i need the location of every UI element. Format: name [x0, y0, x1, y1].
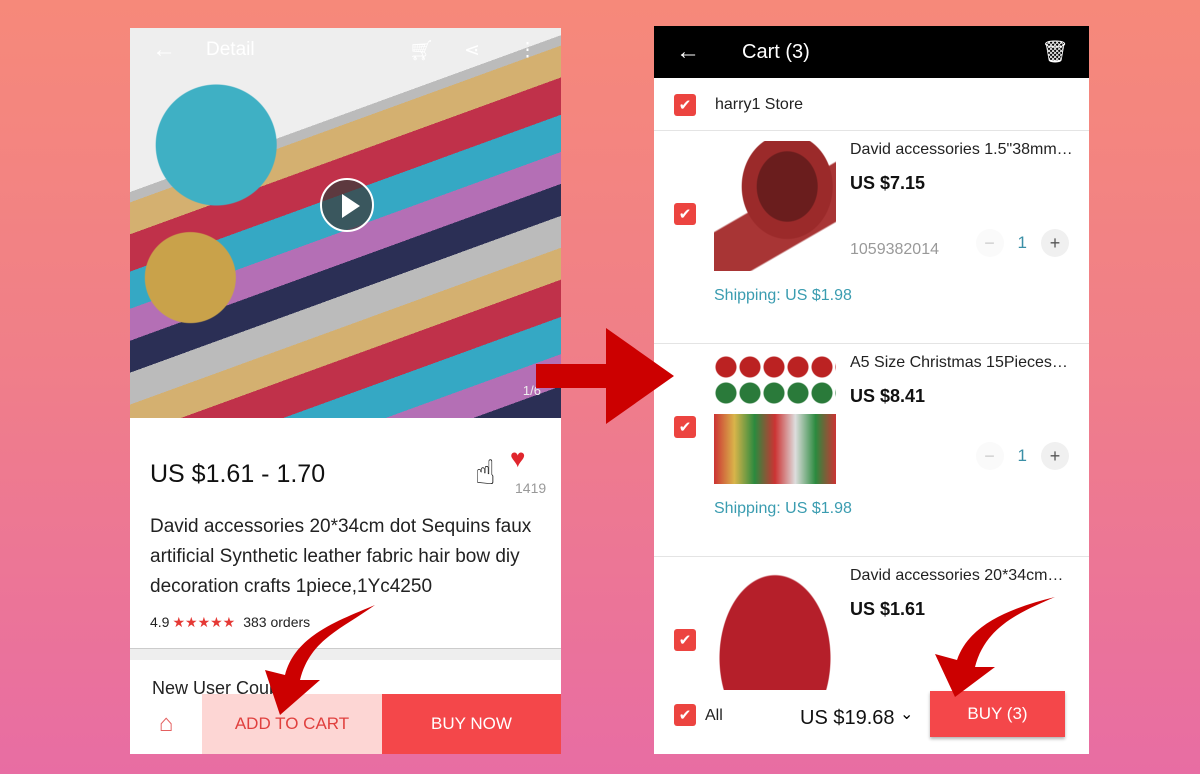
quantity-value: 1 [1017, 446, 1027, 465]
shipping-cost: Shipping: US $1.98 [714, 287, 852, 304]
item-sku: 1059382014 [850, 241, 939, 258]
item-price: US $1.61 [850, 599, 926, 619]
item-name[interactable]: David accessories 1.5"38mm… [850, 141, 1075, 159]
price: US $1.61 - 1.70 [150, 460, 326, 488]
trash-icon[interactable]: 🗑︎ [1041, 39, 1069, 65]
select-all-checkbox[interactable]: ✔ [674, 704, 696, 726]
cart-total[interactable]: US $19.68 [800, 707, 895, 730]
item-checkbox[interactable]: ✔ [674, 203, 696, 225]
curved-arrow-icon [935, 597, 1055, 697]
chevron-down-icon[interactable]: ⌄ [900, 704, 913, 724]
item-name[interactable]: David accessories 20*34cm… [850, 567, 1075, 585]
more-icon[interactable]: ⋮ [518, 39, 537, 62]
right-arrow-icon [536, 328, 674, 424]
hand-pointer-icon: ☝︎ [475, 454, 496, 492]
cart-header: ← Cart (3) 🗑︎ [654, 26, 1089, 78]
store-checkbox[interactable]: ✔ [674, 94, 696, 116]
product-title: David accessories 20*34cm dot Sequins fa… [150, 516, 532, 597]
decrease-button[interactable]: − [975, 442, 1004, 470]
increase-button[interactable]: + [1041, 229, 1069, 257]
item-price: US $7.15 [850, 173, 926, 193]
star-icons: ★★★★★ [172, 614, 236, 630]
quantity-value: 1 [1017, 233, 1027, 252]
item-name[interactable]: A5 Size Christmas 15Pieces… [850, 354, 1075, 372]
page-title: Detail [206, 39, 255, 60]
play-video-button[interactable] [320, 178, 374, 232]
store-name[interactable]: harry1 Store [715, 96, 803, 114]
item-checkbox[interactable]: ✔ [674, 416, 696, 438]
quantity-stepper: −1 + [975, 229, 1069, 257]
increase-button[interactable]: + [1041, 442, 1069, 470]
cart-item: ✔ David accessories 1.5"38mm… US $7.15 1… [654, 130, 1089, 342]
cart-item: ✔ A5 Size Christmas 15Pieces… US $8.41 −… [654, 343, 1089, 555]
store-icon[interactable]: ⌂ [130, 694, 202, 754]
quantity-stepper: −1 + [975, 442, 1069, 470]
select-all-label: All [705, 707, 723, 724]
heart-icon[interactable]: ♥ [510, 443, 525, 474]
buy-now-button[interactable]: BUY NOW [382, 694, 561, 754]
favorite-count: 1419 [515, 480, 547, 496]
top-bar: ← Detail 🛒︎ ⋖ ⋮ [130, 28, 561, 72]
cart-icon[interactable]: 🛒︎ [409, 38, 434, 63]
back-icon[interactable]: ← [676, 38, 700, 66]
back-icon[interactable]: ← [152, 36, 176, 64]
page-title: Cart (3) [742, 40, 810, 63]
store-row: ✔ harry1 Store [654, 80, 1089, 130]
decrease-button[interactable]: − [975, 229, 1004, 257]
item-image[interactable] [714, 567, 836, 697]
shipping-cost: Shipping: US $1.98 [714, 500, 852, 517]
curved-arrow-icon [265, 605, 375, 715]
item-price: US $8.41 [850, 386, 926, 406]
item-checkbox[interactable]: ✔ [674, 629, 696, 651]
item-image[interactable] [714, 354, 836, 484]
share-icon[interactable]: ⋖ [464, 39, 480, 62]
item-image[interactable] [714, 141, 836, 271]
rating-value: 4.9 [150, 614, 170, 630]
